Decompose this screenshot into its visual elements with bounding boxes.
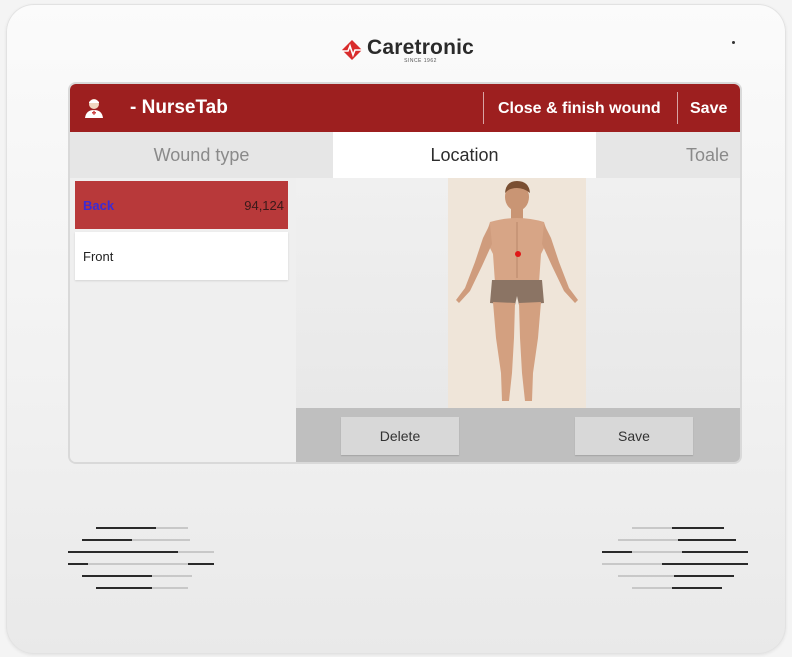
camera-dot: [732, 41, 735, 44]
tab-bar: Wound type Location Toale: [70, 132, 740, 178]
screen: - NurseTab Close & finish wound Save Wou…: [70, 84, 740, 462]
save-location-button[interactable]: Save: [575, 417, 693, 455]
brand-name: Caretronic: [367, 35, 475, 59]
speaker-grille-left: [68, 525, 218, 593]
body-back-figure[interactable]: [448, 178, 586, 408]
wound-marker[interactable]: [515, 251, 521, 257]
delete-button[interactable]: Delete: [341, 417, 459, 455]
app-title: - NurseTab: [130, 97, 228, 118]
list-item-front[interactable]: Front: [75, 232, 288, 280]
appbar-divider: [483, 92, 484, 124]
tab-location[interactable]: Location: [333, 132, 596, 178]
app-bar: - NurseTab Close & finish wound Save: [70, 84, 740, 132]
brand-logo: Caretronic SINCE 1962: [341, 32, 474, 68]
body-map-area[interactable]: [296, 178, 740, 408]
save-button[interactable]: Save: [690, 100, 727, 118]
close-finish-wound-button[interactable]: Close & finish wound: [498, 100, 661, 118]
location-list: Back 94,124 Front: [70, 178, 297, 462]
list-item-back[interactable]: Back 94,124: [75, 181, 288, 229]
tab-toale[interactable]: Toale: [596, 132, 740, 178]
appbar-divider: [677, 92, 678, 124]
caretronic-logo-icon: [342, 40, 362, 60]
location-name: Back: [83, 197, 115, 213]
human-body-back-icon: [456, 181, 578, 401]
tab-wound-type[interactable]: Wound type: [70, 132, 333, 178]
nurse-avatar-icon[interactable]: [82, 96, 106, 120]
location-name: Front: [83, 248, 114, 264]
action-bar: Delete Save: [296, 408, 740, 462]
location-coordinates: 94,124: [244, 197, 284, 213]
brand-tagline: SINCE 1962: [404, 57, 437, 64]
speaker-grille-right: [602, 525, 752, 593]
